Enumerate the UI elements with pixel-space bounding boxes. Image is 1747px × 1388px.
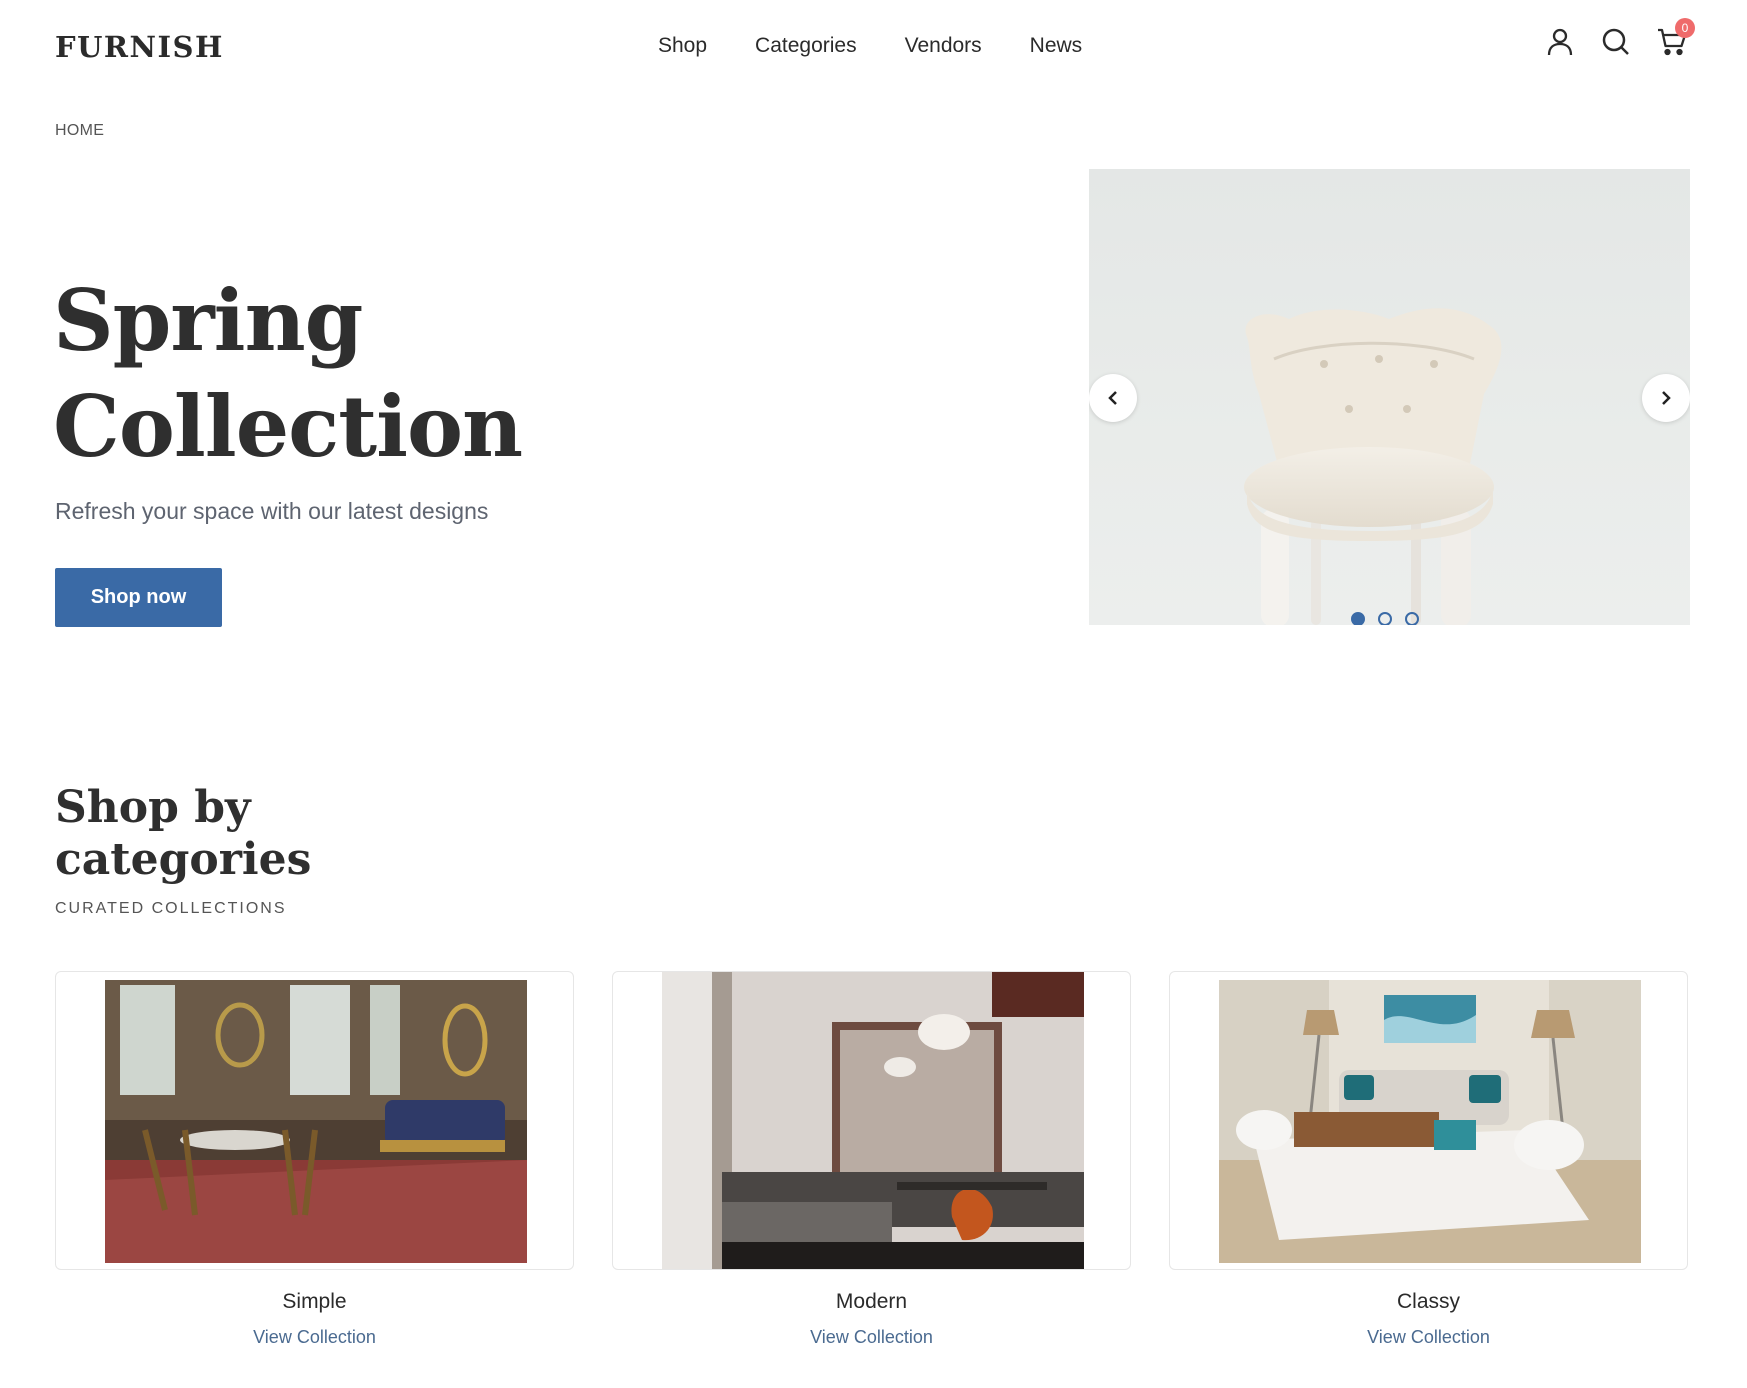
carousel-next-button[interactable] [1642, 374, 1690, 422]
category-name-classy: Classy [1396, 1290, 1460, 1313]
hero-carousel [1089, 169, 1690, 625]
chevron-right-icon [1662, 391, 1671, 405]
category-name-modern: Modern [835, 1290, 908, 1313]
carousel-dot-1[interactable] [1351, 612, 1365, 625]
nav-vendors[interactable]: Vendors [905, 34, 982, 58]
search-icon[interactable] [1601, 26, 1631, 58]
view-collection-link-simple[interactable]: View Collection [55, 1327, 574, 1348]
nav-news[interactable]: News [1030, 34, 1083, 58]
nav-categories[interactable]: Categories [755, 34, 857, 58]
view-collection-link-classy[interactable]: View Collection [1169, 1327, 1688, 1348]
chevron-left-icon [1108, 391, 1117, 405]
category-card-modern[interactable] [612, 971, 1131, 1270]
site-logo[interactable]: FURNISH [55, 30, 224, 64]
category-card-classy[interactable] [1169, 971, 1688, 1270]
view-collection-link-modern[interactable]: View Collection [612, 1327, 1131, 1348]
breadcrumb[interactable]: HOME [55, 122, 104, 140]
shop-now-button[interactable]: Shop now [55, 568, 222, 627]
category-card-simple[interactable] [55, 971, 574, 1270]
cart-count-badge: 0 [1675, 18, 1695, 38]
hero-subtitle: Refresh your space with our latest desig… [55, 498, 489, 524]
category-name-simple: Simple [282, 1290, 347, 1313]
carousel-dot-2[interactable] [1378, 612, 1392, 625]
cart-icon[interactable]: 0 [1657, 18, 1695, 58]
hero-title-line1: Spring [53, 271, 363, 370]
category-image-modern [662, 972, 1084, 1269]
categories-title: Shop by categories [55, 782, 311, 886]
hero-title-line2: Collection [53, 377, 523, 476]
categories-title-line2: categories [55, 834, 312, 885]
categories-subtitle: CURATED COLLECTIONS [55, 900, 287, 917]
header-actions: 0 [1545, 18, 1695, 58]
nav-shop[interactable]: Shop [658, 34, 707, 58]
carousel-prev-button[interactable] [1089, 374, 1137, 422]
category-image-simple [105, 980, 527, 1263]
categories-title-line1: Shop by [55, 782, 251, 833]
user-icon[interactable] [1545, 26, 1575, 58]
carousel-slide-image [1244, 308, 1502, 625]
carousel-dot-3[interactable] [1405, 612, 1419, 625]
carousel-dots [1351, 612, 1419, 625]
category-image-classy [1219, 980, 1641, 1263]
hero-title: Spring Collection [53, 268, 523, 480]
main-nav: Shop Categories Vendors News [658, 34, 1082, 58]
